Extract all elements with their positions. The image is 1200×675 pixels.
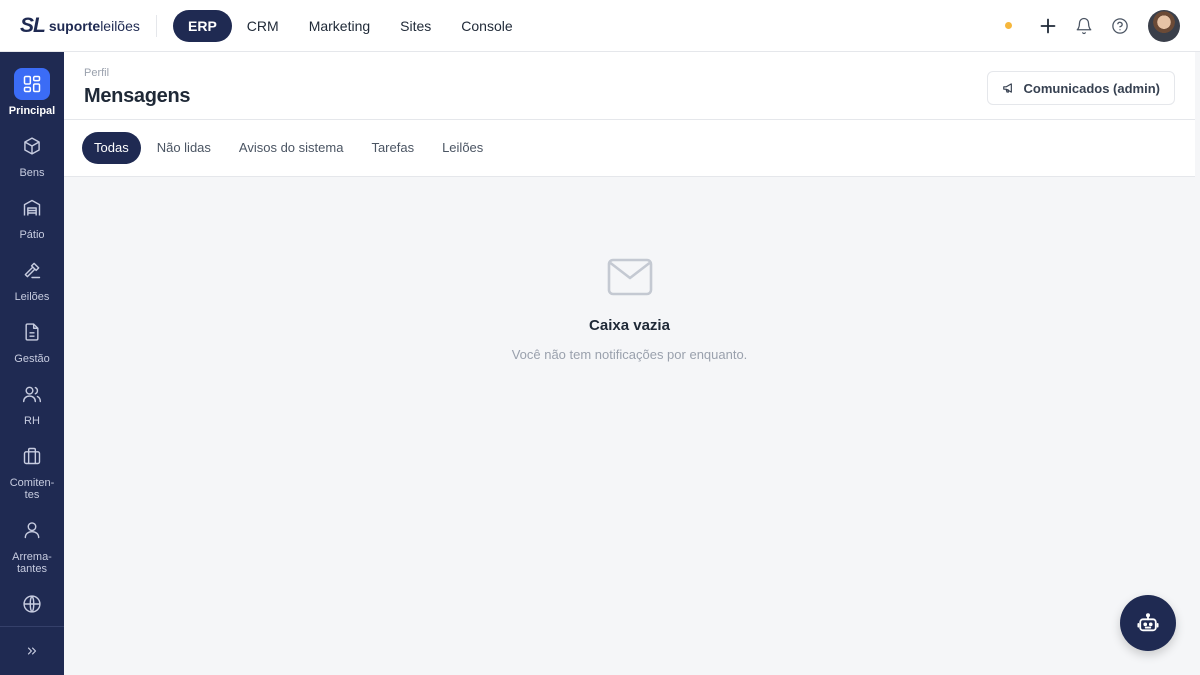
sidebar-item-gestao[interactable]: Gestão bbox=[0, 316, 64, 365]
sidebar-item-leiloes[interactable]: Leilões bbox=[0, 254, 64, 303]
sidebar-item-comitentes[interactable]: Comiten- tes bbox=[0, 440, 64, 501]
tab-todas[interactable]: Todas bbox=[82, 132, 141, 164]
sidebar-item-label: Pátio bbox=[19, 229, 45, 241]
assistant-button[interactable] bbox=[1120, 595, 1176, 651]
sidebar: Principal Bens Pátio Leilões Gestão RH C… bbox=[0, 52, 64, 675]
mail-icon bbox=[607, 257, 653, 302]
sidebar-item-label: Gestão bbox=[14, 353, 50, 365]
plus-icon[interactable] bbox=[1036, 14, 1060, 38]
document-icon bbox=[14, 316, 50, 348]
logo-text: suporteleilões bbox=[48, 17, 140, 34]
divider bbox=[156, 14, 157, 37]
box-icon bbox=[14, 130, 50, 162]
module-switcher: ERP CRM Marketing Sites Console bbox=[173, 9, 528, 42]
sidebar-item-principal[interactable]: Principal bbox=[0, 68, 64, 117]
module-erp[interactable]: ERP bbox=[173, 9, 232, 42]
empty-state-subtitle: Você não tem notificações por enquanto. bbox=[511, 347, 748, 362]
sidebar-item-label: Arrema- tantes bbox=[12, 551, 52, 575]
chevrons-right-icon bbox=[27, 647, 37, 655]
sidebar-item-arrematantes[interactable]: Arrema- tantes bbox=[0, 514, 64, 575]
sidebar-item-label: Bens bbox=[19, 167, 45, 179]
tab-avisos-do-sistema[interactable]: Avisos do sistema bbox=[227, 132, 356, 164]
sidebar-item-label: RH bbox=[24, 415, 40, 427]
sidebar-item-rh[interactable]: RH bbox=[0, 378, 64, 427]
sidebar-item-label: Leilões bbox=[14, 291, 50, 303]
help-icon[interactable] bbox=[1108, 14, 1132, 38]
top-bar: SL suporteleilões ERP CRM Marketing Site… bbox=[0, 0, 1200, 52]
sidebar-expand-button[interactable] bbox=[0, 626, 64, 675]
user-icon bbox=[14, 514, 50, 546]
avatar[interactable] bbox=[1148, 9, 1180, 42]
tab-tarefas[interactable]: Tarefas bbox=[359, 132, 426, 164]
warehouse-icon bbox=[14, 192, 50, 224]
empty-state-title: Caixa vazia bbox=[589, 317, 670, 334]
users-icon bbox=[14, 378, 50, 410]
status-dot bbox=[1005, 22, 1012, 29]
gavel-icon bbox=[14, 254, 50, 286]
sidebar-item-bens[interactable]: Bens bbox=[0, 130, 64, 179]
sidebar-item-label: Principal bbox=[8, 105, 56, 117]
module-console[interactable]: Console bbox=[446, 10, 527, 42]
logo-mark: SL bbox=[20, 13, 46, 37]
sidebar-item-patio[interactable]: Pátio bbox=[0, 192, 64, 241]
sidebar-item-sites[interactable] bbox=[0, 588, 64, 620]
robot-icon bbox=[1137, 613, 1159, 632]
page-title: Mensagens bbox=[84, 85, 191, 107]
bell-icon[interactable] bbox=[1072, 14, 1096, 38]
empty-state: Caixa vazia Você não tem notificações po… bbox=[64, 177, 1195, 675]
globe-icon bbox=[14, 588, 50, 620]
module-sites[interactable]: Sites bbox=[385, 10, 446, 42]
module-crm[interactable]: CRM bbox=[232, 10, 294, 42]
sidebar-item-label: Comiten- tes bbox=[9, 477, 55, 501]
module-marketing[interactable]: Marketing bbox=[294, 10, 385, 42]
message-tabs: Todas Não lidas Avisos do sistema Tarefa… bbox=[64, 120, 1195, 177]
megaphone-icon bbox=[1003, 83, 1013, 93]
grid-icon bbox=[14, 68, 50, 100]
tab-nao-lidas[interactable]: Não lidas bbox=[145, 132, 223, 164]
top-actions bbox=[1005, 9, 1200, 42]
briefcase-icon bbox=[14, 440, 50, 472]
tab-leiloes[interactable]: Leilões bbox=[430, 132, 495, 164]
logo[interactable]: SL suporteleilões bbox=[0, 0, 156, 52]
announcements-admin-button[interactable]: Comunicados (admin) bbox=[987, 71, 1175, 105]
breadcrumb[interactable]: Perfil bbox=[84, 67, 109, 79]
button-label: Comunicados (admin) bbox=[1023, 80, 1160, 96]
page-header: Perfil Mensagens Comunicados (admin) bbox=[64, 52, 1195, 120]
